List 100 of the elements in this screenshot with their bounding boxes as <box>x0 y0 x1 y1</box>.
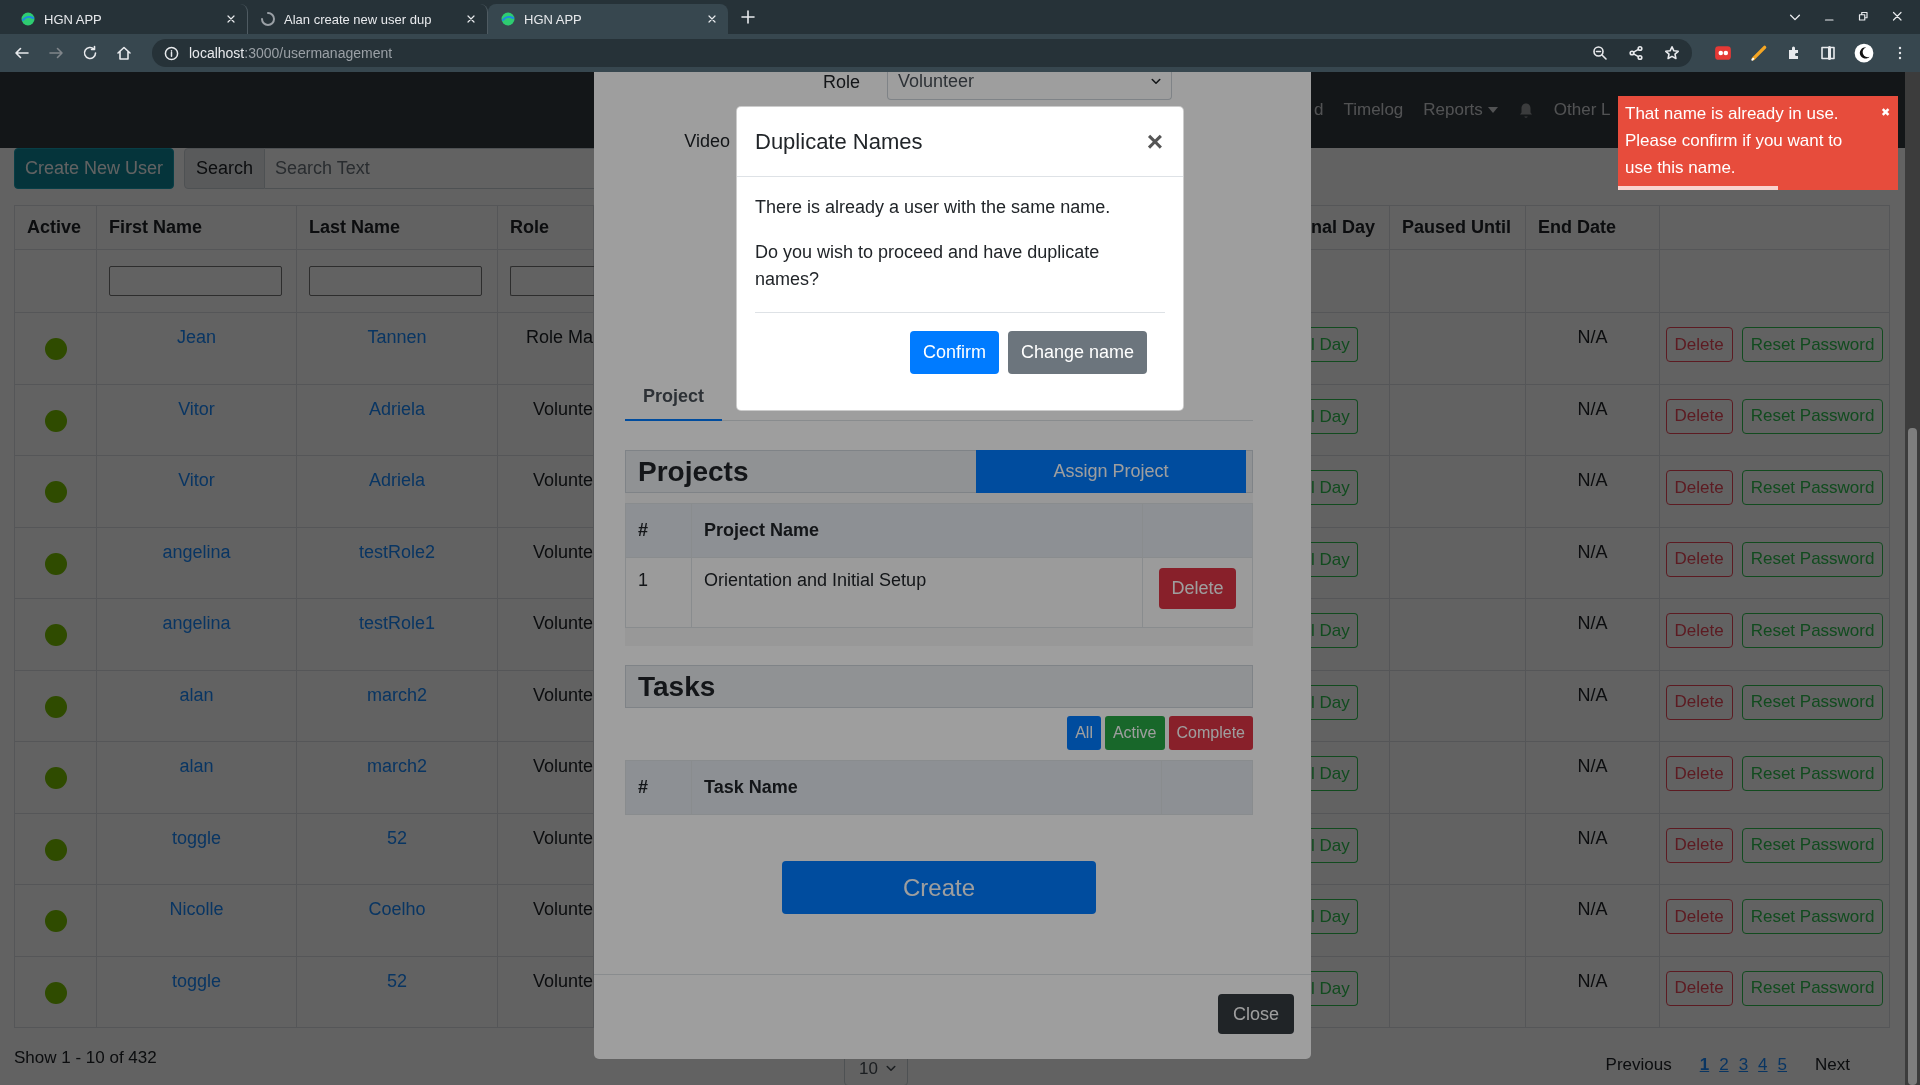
sidebar-icon[interactable] <box>1820 45 1836 61</box>
name-link[interactable]: alan <box>179 756 214 776</box>
forward-icon[interactable] <box>48 45 64 61</box>
column-header: Active <box>14 205 97 250</box>
column-header: Task Name <box>692 760 1162 815</box>
info-icon[interactable] <box>164 45 179 61</box>
reset-password-button[interactable]: Reset Password <box>1741 970 1884 1006</box>
create-button[interactable]: Create <box>782 861 1096 914</box>
name-link[interactable]: 52 <box>387 827 407 848</box>
tab[interactable]: Project <box>625 373 722 421</box>
delete-button[interactable]: Delete <box>1665 398 1733 434</box>
page-link[interactable]: 4 <box>1758 1055 1768 1085</box>
reset-password-button[interactable]: Reset Password <box>1741 398 1884 434</box>
change-name-button[interactable]: Change name <box>1007 331 1147 374</box>
filter-button[interactable]: Active <box>1104 716 1165 750</box>
table-cell: N/A <box>1526 384 1660 456</box>
name-link[interactable]: Jean <box>176 327 216 347</box>
name-link[interactable]: angelina <box>162 613 231 633</box>
name-link[interactable]: toggle <box>171 970 221 991</box>
section-title: Projects <box>637 455 749 488</box>
column-header: Last Name <box>297 205 498 250</box>
table-cell: 1 <box>625 558 692 628</box>
reset-password-button[interactable]: Reset Password <box>1741 327 1884 362</box>
filter-button[interactable]: All <box>1067 716 1101 750</box>
delete-button[interactable]: Delete <box>1665 327 1733 362</box>
delete-button[interactable]: Delete <box>1159 568 1236 609</box>
delete-button[interactable]: Delete <box>1665 827 1733 863</box>
next-link[interactable]: Next <box>1815 1055 1850 1085</box>
dialog-title: Duplicate Names <box>755 128 924 155</box>
close-icon[interactable] <box>465 13 477 25</box>
reset-password-button[interactable]: Reset Password <box>1741 827 1884 863</box>
page-link[interactable]: 5 <box>1777 1055 1788 1085</box>
name-link[interactable]: testRole2 <box>358 541 435 562</box>
name-link[interactable]: march2 <box>367 756 427 776</box>
close-icon[interactable] <box>1892 11 1904 23</box>
page-link[interactable]: 2 <box>1719 1055 1729 1085</box>
field-label: Role <box>821 72 860 93</box>
name-link[interactable]: testRole1 <box>358 613 435 633</box>
delete-button[interactable]: Delete <box>1665 470 1733 505</box>
delete-button[interactable]: Delete <box>1665 613 1733 648</box>
reset-password-button[interactable]: Reset Password <box>1741 470 1884 505</box>
back-icon[interactable] <box>14 45 30 61</box>
scrollbar-thumb[interactable] <box>1908 428 1917 1085</box>
search-field[interactable]: Search Text <box>265 148 596 189</box>
name-link[interactable]: toggle <box>171 827 221 848</box>
toast-message: That name is already in use. Please confirm if you want to use this name. <box>1625 103 1844 179</box>
delete-button[interactable]: Delete <box>1665 684 1733 720</box>
column-header: First Name <box>97 205 297 250</box>
filter-button[interactable]: Complete <box>1168 716 1253 750</box>
name-link[interactable]: Adriela <box>369 398 425 419</box>
address-bar[interactable]: localhost:3000/usermanagement <box>152 39 1692 67</box>
name-link[interactable]: 52 <box>387 970 407 991</box>
name-link[interactable]: Vitor <box>178 398 215 419</box>
name-link[interactable]: Coelho <box>368 899 426 919</box>
reload-icon[interactable] <box>82 45 98 61</box>
name-link[interactable]: Nicolle <box>169 899 224 919</box>
reset-password-button[interactable]: Reset Password <box>1741 613 1884 648</box>
create-user-button[interactable]: Create New User <box>14 148 175 189</box>
browser-tab[interactable]: HGN APP <box>8 4 248 34</box>
close-icon[interactable] <box>225 13 237 25</box>
extension-icon[interactable] <box>1714 44 1732 62</box>
delete-button[interactable]: Delete <box>1665 541 1733 577</box>
dialog-message: There is already a user with the same name. <box>755 196 1112 219</box>
star-icon[interactable] <box>1664 45 1680 61</box>
restore-icon[interactable] <box>1858 11 1870 23</box>
zoom-icon[interactable] <box>1592 45 1608 61</box>
home-icon[interactable] <box>116 45 132 61</box>
page-link[interactable]: 1 <box>1699 1055 1710 1085</box>
filter-field[interactable] <box>109 266 282 296</box>
close-button[interactable]: ✖ <box>1881 104 1890 120</box>
delete-button[interactable]: Delete <box>1665 899 1733 934</box>
reset-password-button[interactable]: Reset Password <box>1741 684 1884 720</box>
assign-project-button[interactable]: Assign Project <box>976 450 1246 493</box>
browser-tab[interactable]: HGN APP <box>488 4 728 34</box>
delete-button[interactable]: Delete <box>1665 970 1733 1006</box>
share-icon[interactable] <box>1628 45 1644 61</box>
reset-password-button[interactable]: Reset Password <box>1741 756 1884 791</box>
role-select[interactable]: Volunteer <box>887 72 1172 100</box>
table-cell: Orientation and Initial Setup <box>692 558 1143 628</box>
name-link[interactable]: Adriela <box>369 470 425 490</box>
name-link[interactable]: Tannen <box>367 327 427 347</box>
filter-field[interactable] <box>309 266 482 296</box>
table-cell: N/A <box>1526 313 1660 385</box>
profile-avatar-icon[interactable] <box>1854 43 1874 63</box>
close-button[interactable]: Close <box>1218 994 1294 1034</box>
close-button[interactable]: × <box>1144 127 1165 156</box>
reset-password-button[interactable]: Reset Password <box>1741 541 1884 577</box>
page-link[interactable]: 3 <box>1738 1055 1749 1085</box>
close-icon[interactable] <box>706 13 718 25</box>
reset-password-button[interactable]: Reset Password <box>1741 899 1884 934</box>
name-link[interactable]: alan <box>179 684 214 705</box>
delete-button[interactable]: Delete <box>1665 756 1733 791</box>
previous-link[interactable]: Previous <box>1605 1055 1672 1085</box>
plus-icon[interactable] <box>740 9 756 25</box>
name-link[interactable]: Vitor <box>178 470 215 490</box>
confirm-button[interactable]: Confirm <box>909 331 999 374</box>
name-link[interactable]: march2 <box>367 684 427 705</box>
pencil-icon[interactable] <box>1750 44 1768 62</box>
chevron-down-icon <box>885 1064 896 1074</box>
name-link[interactable]: angelina <box>162 541 231 562</box>
